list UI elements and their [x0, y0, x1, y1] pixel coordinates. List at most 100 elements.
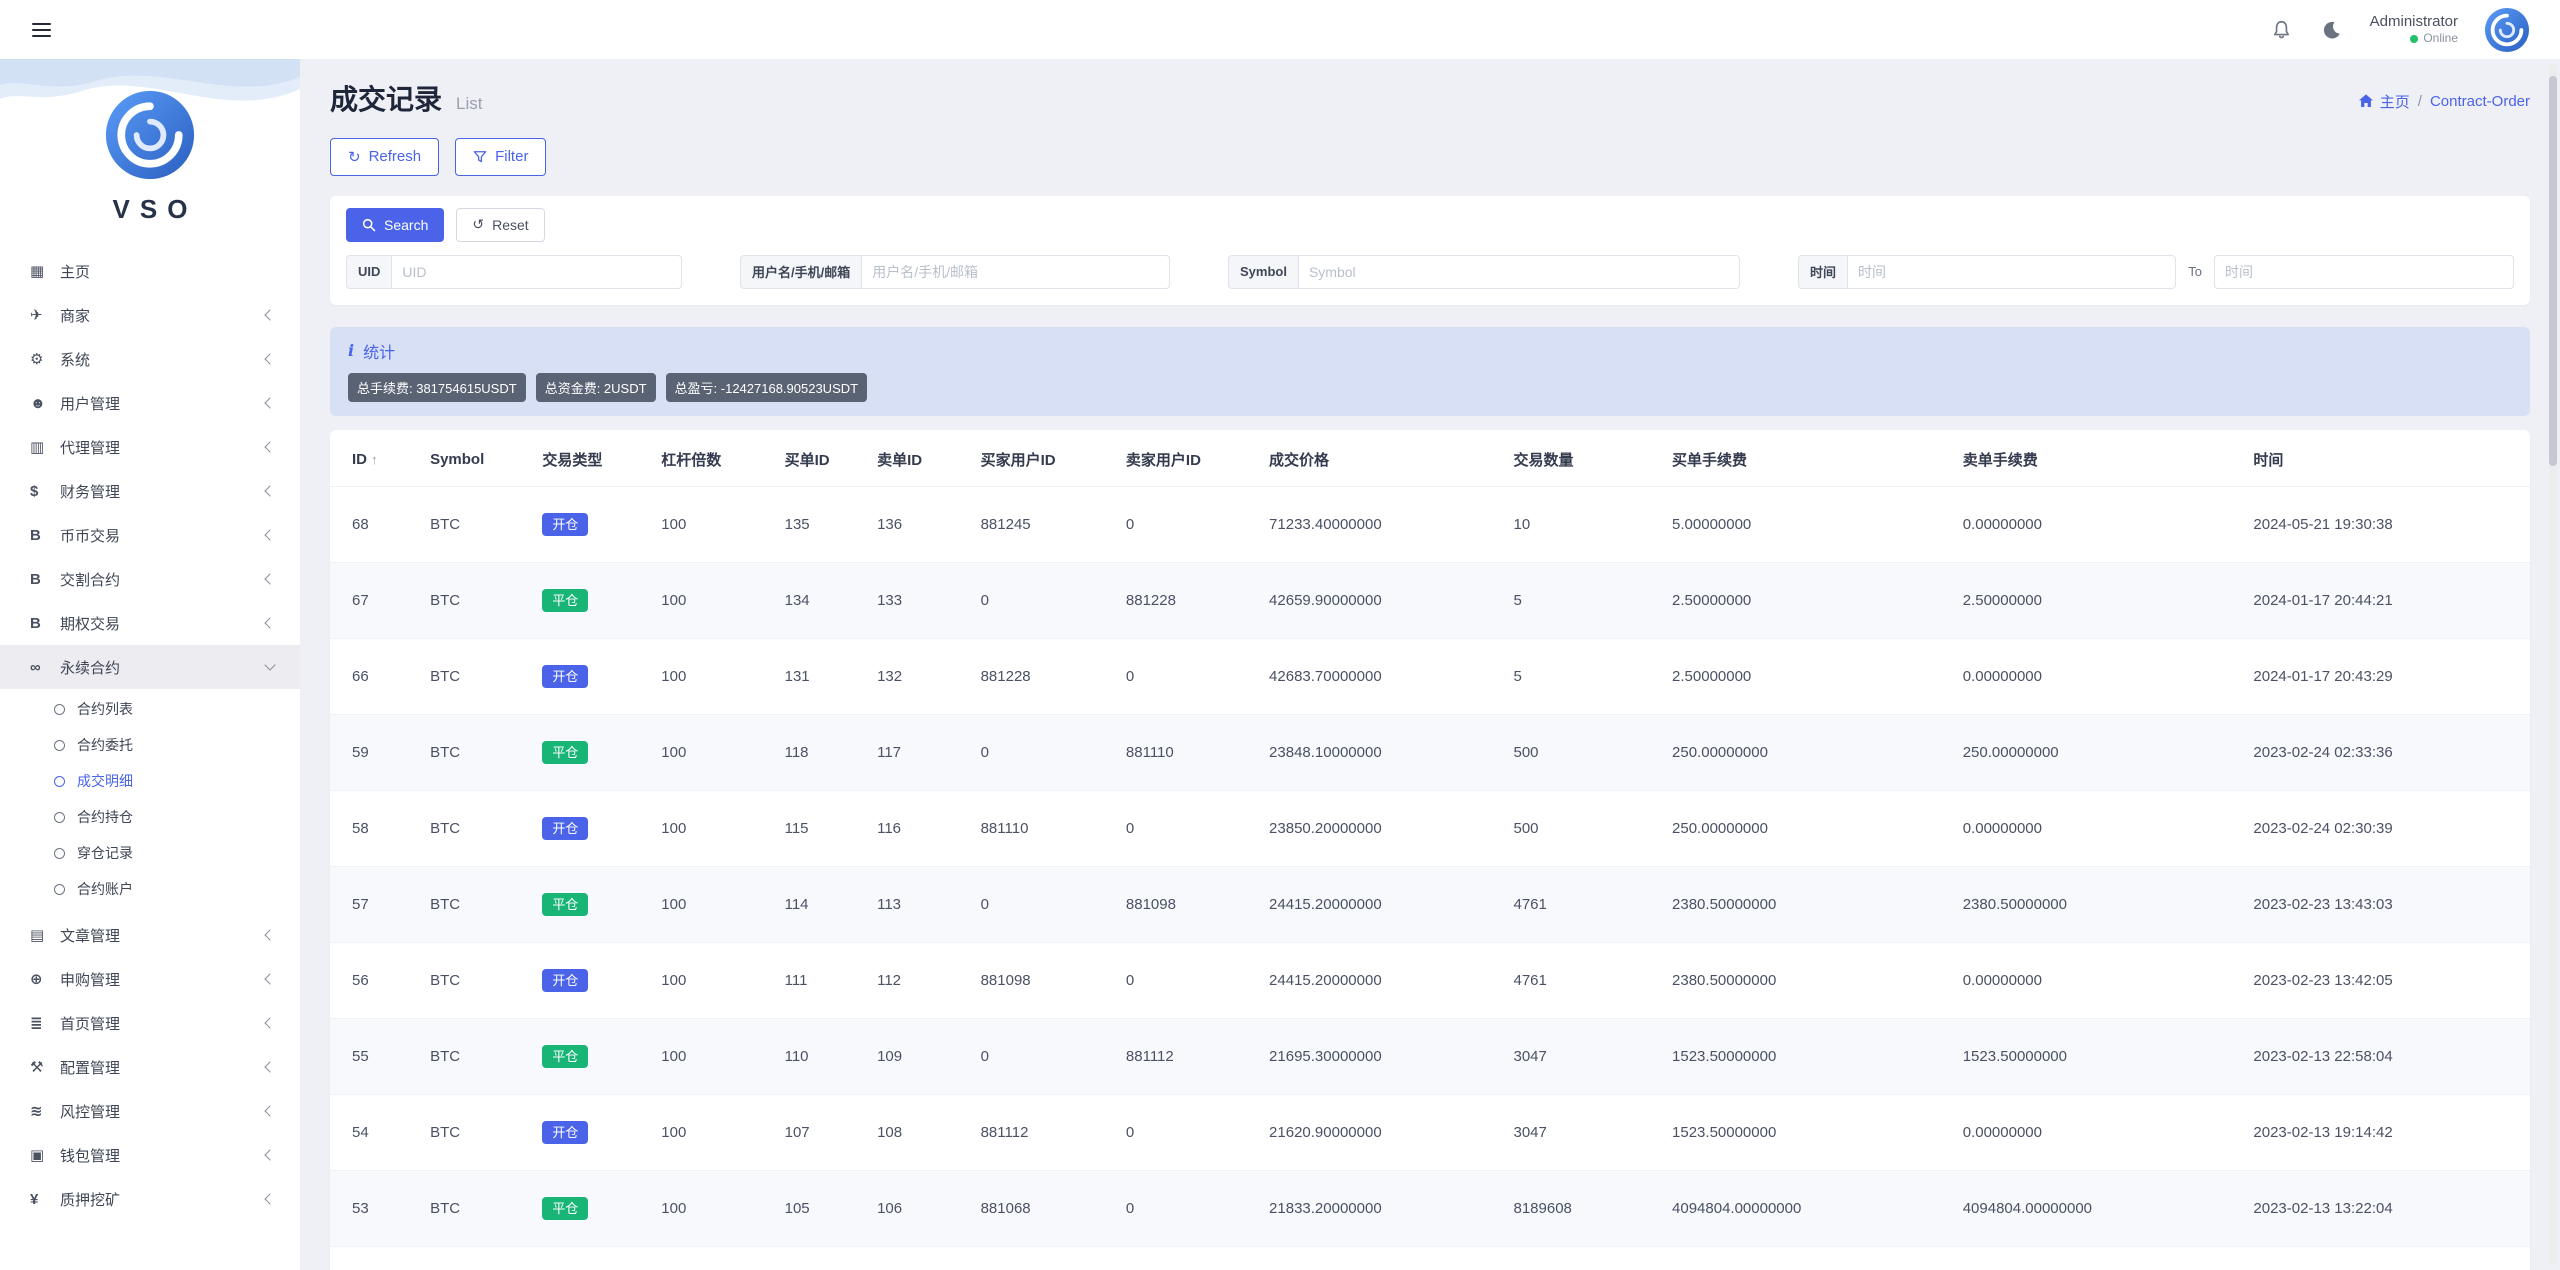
- table-header-row: ID↑Symbol交易类型杠杆倍数买单ID卖单ID买家用户ID卖家用户ID成交价…: [330, 430, 2530, 487]
- cell-id: 59: [330, 714, 418, 790]
- chevron-left-icon: [264, 529, 275, 540]
- table-row: 58BTC开仓100115116881110023850.20000000500…: [330, 790, 2530, 866]
- sidebar-item-staking[interactable]: ¥质押挖矿: [0, 1177, 300, 1221]
- cell-trade_type: 平仓: [530, 714, 649, 790]
- sidebar-item-options-trade[interactable]: B期权交易: [0, 601, 300, 645]
- cell-sell_fee: 2380.50000000: [1951, 866, 2242, 942]
- breadcrumb-home-link[interactable]: 主页: [2358, 91, 2410, 112]
- brand[interactable]: VSO: [0, 59, 300, 225]
- scrollbar-thumb[interactable]: [2549, 76, 2557, 466]
- sidebar-item-wallet-mgmt[interactable]: ▣钱包管理: [0, 1133, 300, 1177]
- trade-type-badge: 平仓: [542, 589, 588, 612]
- merchant-plane-icon: ✈: [30, 306, 60, 324]
- column-header-leverage: 杠杆倍数: [649, 430, 772, 487]
- wallet-icon: ▣: [30, 1146, 60, 1164]
- cell-leverage: 100: [649, 486, 772, 562]
- time-input[interactable]: [1847, 255, 2176, 289]
- cell-buyer_uid: 0: [969, 714, 1114, 790]
- cell-sell_fee: 4094804.00000000: [1951, 1246, 2242, 1270]
- sidebar-nav: ▦主页✈商家⚙系统☻用户管理▥代理管理$财务管理B币币交易B交割合约B期权交易∞…: [0, 249, 300, 1221]
- sidebar-item-agent-mgmt[interactable]: ▥代理管理: [0, 425, 300, 469]
- page-title: 成交记录: [330, 85, 442, 116]
- sidebar-subitem-contract-list[interactable]: 合约列表: [0, 691, 300, 727]
- cell-buy_fee: 2.50000000: [1660, 562, 1951, 638]
- sidebar-item-purchase-mgmt[interactable]: ⊕申购管理: [0, 957, 300, 1001]
- page-scrollbar[interactable]: [2549, 64, 2557, 1264]
- table-row: 53BTC平仓100105106881068021833.20000000818…: [330, 1170, 2530, 1246]
- symbol-input[interactable]: [1298, 255, 1740, 289]
- filter-panel: Search ↺ Reset UID用户名/手机/邮箱Symbol时间To: [330, 196, 2530, 305]
- reset-button[interactable]: ↺ Reset: [456, 208, 544, 242]
- sidebar-subitem-contract-positions[interactable]: 合约持仓: [0, 799, 300, 835]
- cell-quantity: 3047: [1501, 1094, 1660, 1170]
- column-header-id[interactable]: ID↑: [330, 430, 418, 487]
- cell-id: 55: [330, 1018, 418, 1094]
- sidebar-subitem-liquidation-records[interactable]: 穿仓记录: [0, 835, 300, 871]
- cell-leverage: 100: [649, 1018, 772, 1094]
- sidebar-item-merchant[interactable]: ✈商家: [0, 293, 300, 337]
- sidebar-item-label: 财务管理: [60, 481, 266, 502]
- sidebar-item-perpetual-contract[interactable]: ∞永续合约: [0, 645, 300, 689]
- cell-sell_order_id: 106: [865, 1170, 968, 1246]
- refresh-button[interactable]: ↻ Refresh: [330, 138, 439, 176]
- sidebar-subitem-contract-accounts[interactable]: 合约账户: [0, 871, 300, 907]
- sidebar-item-config-mgmt[interactable]: ⚒配置管理: [0, 1045, 300, 1089]
- column-header-trade_type: 交易类型: [530, 430, 649, 487]
- cell-price: 42659.90000000: [1257, 562, 1501, 638]
- sidebar-item-coin-trade[interactable]: B币币交易: [0, 513, 300, 557]
- sidebar-item-delivery-contract[interactable]: B交割合约: [0, 557, 300, 601]
- cell-sell_fee: 0.00000000: [1951, 790, 2242, 866]
- menu-toggle-button[interactable]: [30, 17, 53, 43]
- main-content: 成交记录 List 主页 / Contract-Order ↻: [300, 59, 2560, 1270]
- search-button[interactable]: Search: [346, 208, 444, 242]
- cell-time: 2024-05-21 19:30:38: [2241, 486, 2530, 562]
- table-row: 55BTC平仓100110109088111221695.30000000304…: [330, 1018, 2530, 1094]
- sidebar-item-risk-mgmt[interactable]: ≋风控管理: [0, 1089, 300, 1133]
- sidebar-subitem-trade-details[interactable]: 成交明细: [0, 763, 300, 799]
- chevron-left-icon: [264, 1017, 275, 1028]
- cell-sell_fee: 0.00000000: [1951, 638, 2242, 714]
- cell-buyer_uid: 881110: [969, 790, 1114, 866]
- field-time: 时间To: [1798, 255, 2514, 289]
- time-end-input[interactable]: [2214, 255, 2514, 289]
- circle-icon: [54, 812, 65, 823]
- dark-mode-toggle[interactable]: [2320, 18, 2344, 42]
- search-icon: [362, 218, 376, 232]
- sidebar-item-user-mgmt[interactable]: ☻用户管理: [0, 381, 300, 425]
- cell-seller_uid: 881068: [1114, 1246, 1257, 1270]
- cell-leverage: 100: [649, 638, 772, 714]
- table-row: 68BTC开仓100135136881245071233.40000000105…: [330, 486, 2530, 562]
- cell-leverage: 100: [649, 1094, 772, 1170]
- cell-leverage: 100: [649, 714, 772, 790]
- sidebar-item-home[interactable]: ▦主页: [0, 249, 300, 293]
- stats-title: 统计: [363, 339, 395, 363]
- cell-time: 2024-01-17 20:43:29: [2241, 638, 2530, 714]
- cell-sell_order_id: 108: [865, 1094, 968, 1170]
- chevron-left-icon: [264, 973, 275, 984]
- topbar: Administrator Online: [0, 0, 2560, 59]
- app-window: Administrator Online: [0, 0, 2560, 1270]
- cell-buyer_uid: 0: [969, 866, 1114, 942]
- uid-input[interactable]: [391, 255, 682, 289]
- circle-icon: [54, 776, 65, 787]
- cell-sell_fee: 0.00000000: [1951, 486, 2242, 562]
- field-label: UID: [346, 255, 391, 289]
- filter-button[interactable]: Filter: [455, 138, 546, 176]
- field-uid: UID: [346, 255, 682, 289]
- notification-bell-button[interactable]: [2269, 17, 2294, 42]
- sidebar-item-article-mgmt[interactable]: ▤文章管理: [0, 913, 300, 957]
- chevron-left-icon: [264, 441, 275, 452]
- cell-symbol: BTC: [418, 486, 530, 562]
- cell-seller_uid: 881228: [1114, 562, 1257, 638]
- sidebar-item-finance-mgmt[interactable]: $财务管理: [0, 469, 300, 513]
- table-row: 54BTC开仓100107108881112021620.90000000304…: [330, 1094, 2530, 1170]
- list-icon: ≣: [30, 1014, 60, 1032]
- sidebar-subitem-contract-orders[interactable]: 合约委托: [0, 727, 300, 763]
- avatar[interactable]: [2484, 7, 2530, 53]
- user-input[interactable]: [861, 255, 1170, 289]
- breadcrumb: 主页 / Contract-Order: [2358, 91, 2530, 112]
- cell-buy_fee: 250.00000000: [1660, 790, 1951, 866]
- sidebar-item-homepage-mgmt[interactable]: ≣首页管理: [0, 1001, 300, 1045]
- sidebar-item-system[interactable]: ⚙系统: [0, 337, 300, 381]
- cell-trade_type: 平仓: [530, 1170, 649, 1246]
